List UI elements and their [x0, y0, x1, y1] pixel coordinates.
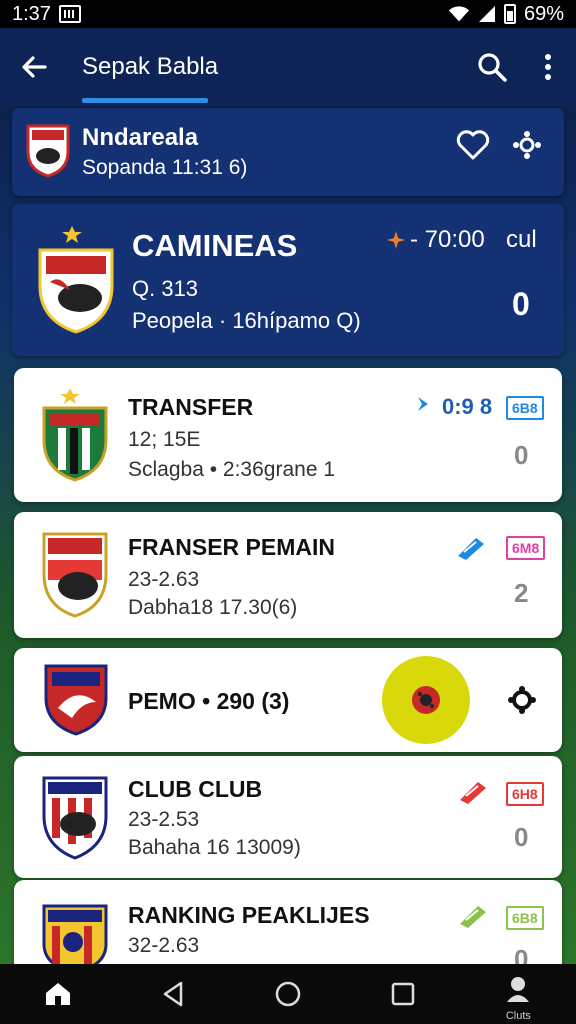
status-badge: 6B8 [506, 396, 544, 420]
club-crest-icon [42, 776, 108, 860]
nav-home-button[interactable] [28, 964, 88, 1024]
club-crest-icon [42, 904, 108, 972]
club-crest-icon [38, 226, 114, 334]
card-title: CLUB CLUB [128, 776, 263, 802]
more-options-button[interactable] [520, 39, 576, 95]
featured-match-card[interactable]: CAMINEAS Q. 313 Peopela · 16hípamo Q) - … [12, 204, 564, 356]
team-crest-icon [26, 124, 70, 178]
card-title: RANKING PEAKLIJES [128, 902, 370, 928]
card-meta: 12; 15E [128, 428, 201, 451]
card-time: 0:9 8 [442, 394, 493, 419]
club-card[interactable]: CLUB CLUB 23-2.53 Bahaha 16 13009) 6H8 0 [14, 756, 562, 878]
card-title: PEMO • 290 (3) [128, 688, 290, 714]
status-badge: 6B8 [506, 906, 544, 930]
back-button[interactable] [4, 37, 64, 97]
heart-icon [456, 130, 490, 160]
nav-profile-button[interactable]: Cluts [488, 964, 548, 1024]
star-icon [387, 231, 405, 249]
nav-back-button[interactable] [143, 964, 203, 1024]
user-icon [507, 977, 530, 1002]
match-card[interactable]: PEMO • 290 (3) [14, 648, 562, 752]
card-details: Dabha18 17.30(6) [128, 596, 298, 619]
nav-recents-button[interactable] [373, 964, 433, 1024]
back-triangle-icon [163, 981, 183, 1007]
signal-icon [478, 6, 495, 22]
ticket-icon [458, 538, 484, 560]
match-time-unit: cul [506, 226, 537, 253]
search-button[interactable] [464, 39, 520, 95]
live-button[interactable] [382, 656, 470, 744]
settings-icon[interactable] [508, 686, 536, 714]
sim-icon [58, 5, 81, 23]
bottom-navigation: Cluts [0, 964, 576, 1024]
card-score: 0 [514, 440, 529, 470]
match-time: - 70:00 [410, 226, 485, 253]
battery-level: 69% [523, 2, 564, 25]
card-meta: 23-2.63 [128, 568, 200, 591]
more-vert-icon [545, 54, 551, 80]
status-bar: 1:37 69% [0, 0, 576, 28]
battery-icon [503, 4, 516, 24]
match-title: CAMINEAS [132, 228, 298, 263]
transfer-card[interactable]: TRANSFER 12; 15E Sclagba • 2:36grane 1 0… [14, 368, 562, 502]
player-transfer-card[interactable]: FRANSER PEMAIN 23-2.63 Dabha18 17.30(6) … [14, 512, 562, 638]
home-circle-icon [275, 981, 301, 1007]
app-title: Sepak Babla [82, 53, 219, 80]
nav-profile-label: Cluts [505, 1010, 531, 1022]
settings-button[interactable] [512, 130, 542, 165]
match-score: 0 [512, 286, 530, 322]
recents-icon [391, 982, 415, 1006]
ticket-icon [460, 782, 486, 804]
card-score: 2 [514, 578, 529, 608]
club-crest-icon [42, 532, 108, 618]
team-header-card[interactable]: Nndareala Sopanda 11:31 6) [12, 108, 564, 196]
card-details: Bahaha 16 13009) [128, 836, 301, 859]
status-time: 1:37 [12, 2, 51, 25]
ball-icon [412, 686, 440, 714]
club-crest-icon [44, 664, 108, 736]
status-badge: 6H8 [506, 782, 544, 806]
home-icon [45, 983, 70, 1005]
card-meta: 23-2.53 [128, 808, 200, 831]
status-badge: 6M8 [506, 536, 546, 560]
wifi-icon [448, 6, 470, 22]
favorite-button[interactable] [456, 130, 490, 165]
card-score: 0 [514, 822, 529, 852]
match-info: Q. 313 [132, 276, 199, 301]
tab-indicator [82, 98, 208, 103]
ticket-icon [460, 906, 486, 928]
match-details: Peopela · 16hípamo Q) [132, 308, 361, 333]
card-details: Sclagba • 2:36grane 1 [128, 458, 336, 481]
team-name: Nndareala [82, 124, 199, 151]
gear-icon [513, 131, 541, 159]
team-subtitle: Sopanda 11:31 6) [82, 156, 248, 179]
search-icon [478, 53, 507, 82]
nav-home-circle-button[interactable] [258, 964, 318, 1024]
app-bar: Sepak Babla [0, 28, 576, 106]
club-crest-icon [42, 388, 108, 482]
arrow-icon [418, 397, 428, 411]
card-title: FRANSER PEMAIN [128, 534, 336, 560]
card-title: TRANSFER [128, 394, 254, 420]
card-meta: 32-2.63 [128, 934, 200, 957]
back-arrow-icon [22, 56, 47, 78]
